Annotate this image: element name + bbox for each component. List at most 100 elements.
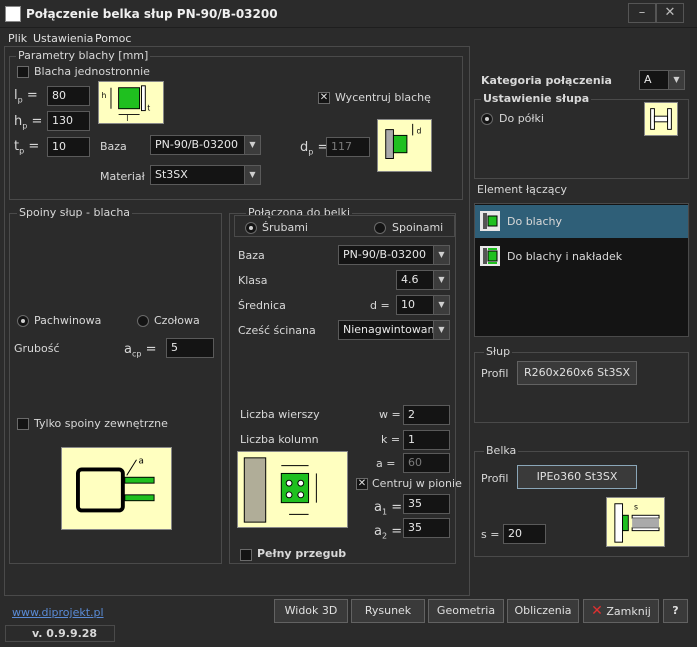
full-hinge-checkbox[interactable]: [240, 549, 252, 561]
close-x-icon: ✕: [591, 603, 603, 619]
class-label: Klasa: [238, 274, 268, 287]
cols-label: Liczba kolumn: [240, 433, 319, 446]
class-value: 4.6: [401, 273, 419, 286]
chevron-down-icon: ▼: [433, 271, 449, 289]
menu-plik[interactable]: Plik: [8, 32, 27, 45]
d-label: d =: [370, 299, 390, 312]
connector-item-label: Do blachy i nakładek: [507, 250, 623, 263]
s-label: s =: [481, 528, 500, 541]
acp-label: acp =: [124, 342, 157, 359]
welds-radio[interactable]: [374, 222, 386, 234]
help-button[interactable]: ?: [663, 599, 688, 623]
title-bar: Połączenie belka słup PN-90/B-03200 – ✕: [0, 0, 697, 28]
plate-dimension-image: h l t: [98, 81, 164, 124]
plate-covers-connector-icon: [480, 246, 500, 266]
chevron-down-icon: ▼: [668, 71, 684, 89]
version-label: v. 0.9.9.28: [32, 627, 98, 640]
plate-connector-icon: [480, 211, 500, 231]
acp-input[interactable]: 5: [166, 338, 214, 358]
w-label: w =: [379, 408, 401, 421]
plate-base-select[interactable]: PN-90/B-03200 ▼: [150, 135, 261, 155]
center-plate-label: Wycentruj blachę: [335, 91, 431, 104]
svg-text:t: t: [147, 104, 150, 113]
calculations-button[interactable]: Obliczenia: [507, 599, 579, 623]
diameter-value: 10: [401, 298, 415, 311]
hp-input[interactable]: 130: [47, 111, 90, 131]
beam-group-title: Belka: [484, 444, 519, 457]
cols-input[interactable]: 1: [403, 430, 450, 450]
material-value: St3SX: [155, 168, 188, 181]
welds-group-title: Spoiny słup - blacha: [17, 206, 133, 219]
weld-image: a: [61, 447, 172, 530]
minimize-icon[interactable]: –: [628, 3, 656, 23]
a-label: a =: [376, 457, 396, 470]
one-sided-label: Blacha jednostronnie: [34, 65, 150, 78]
bolts-radio[interactable]: [245, 222, 257, 234]
connector-item-label: Do blachy: [507, 215, 563, 228]
svg-text:d: d: [417, 126, 422, 135]
chevron-down-icon: ▼: [433, 296, 449, 314]
class-select[interactable]: 4.6 ▼: [396, 270, 450, 290]
tp-input[interactable]: 10: [47, 137, 90, 157]
center-vertical-label: Centruj w pionie: [372, 477, 462, 490]
column-profile-button[interactable]: R260x260x6 St3SX: [517, 361, 637, 385]
window-title: Połączenie belka słup PN-90/B-03200: [26, 7, 278, 21]
menu-ustawienia[interactable]: Ustawienia: [33, 32, 93, 45]
dp-dimension-image: d: [377, 119, 432, 172]
svg-text:a: a: [138, 457, 143, 467]
diameter-label: Średnica: [238, 299, 286, 312]
k-label: k =: [381, 433, 401, 446]
category-label: Kategoria połączenia: [481, 74, 612, 87]
chevron-down-icon: ▼: [433, 246, 449, 264]
menu-pomoc[interactable]: Pomoc: [95, 32, 131, 45]
drawing-button[interactable]: Rysunek: [351, 599, 425, 623]
plate-base-label: Baza: [100, 140, 127, 153]
diameter-select[interactable]: 10 ▼: [396, 295, 450, 315]
view3d-button[interactable]: Widok 3D: [274, 599, 348, 623]
material-select[interactable]: St3SX ▼: [150, 165, 261, 185]
lp-input[interactable]: 80: [47, 86, 90, 106]
fillet-radio[interactable]: [17, 315, 29, 327]
thickness-label: Grubość: [14, 342, 60, 355]
dp-input[interactable]: 117: [326, 137, 370, 157]
connector-title: Element łączący: [477, 183, 568, 196]
website-link[interactable]: www.diprojekt.pl: [12, 606, 104, 619]
rows-input[interactable]: 2: [403, 405, 450, 425]
a-input[interactable]: 60: [403, 453, 450, 473]
bolt-base-select[interactable]: PN-90/B-03200 ▼: [338, 245, 450, 265]
flange-radio-label: Do półki: [499, 112, 544, 125]
rows-label: Liczba wierszy: [240, 408, 320, 421]
fillet-label: Pachwinowa: [34, 314, 102, 327]
hp-label: hp =: [14, 114, 43, 131]
app-icon: [5, 6, 21, 22]
a1-label: a1 =: [374, 500, 403, 517]
material-label: Materiał: [100, 170, 145, 183]
connector-item-plate-and-covers[interactable]: Do blachy i nakładek: [475, 240, 688, 273]
bolt-base-value: PN-90/B-03200: [343, 248, 427, 261]
beam-profile-label: Profil: [481, 472, 509, 485]
chevron-down-icon: ▼: [244, 136, 260, 154]
one-sided-checkbox[interactable]: [17, 66, 29, 78]
shear-label: Cześć ścinana: [238, 324, 316, 337]
flange-radio[interactable]: [481, 113, 493, 125]
full-hinge-label: Pełny przegub: [257, 547, 347, 560]
bolt-base-label: Baza: [238, 249, 265, 262]
connector-item-plate[interactable]: Do blachy: [475, 205, 688, 238]
beam-profile-button[interactable]: IPEo360 St3SX: [517, 465, 637, 489]
outer-welds-checkbox[interactable]: [17, 418, 29, 430]
s-input[interactable]: 20: [503, 524, 546, 544]
butt-radio[interactable]: [137, 315, 149, 327]
center-vertical-checkbox[interactable]: ✕: [356, 478, 368, 490]
shear-select[interactable]: Nienagwintowana ▼: [338, 320, 450, 340]
a2-input[interactable]: 35: [403, 518, 450, 538]
a1-input[interactable]: 35: [403, 494, 450, 514]
plate-group-title: Parametry blachy [mm]: [16, 49, 151, 62]
geometry-button[interactable]: Geometria: [428, 599, 504, 623]
close-window-icon[interactable]: ✕: [656, 3, 684, 23]
column-setting-title: Ustawienie słupa: [481, 92, 592, 105]
category-select[interactable]: A ▼: [639, 70, 685, 90]
center-plate-checkbox[interactable]: ✕: [318, 92, 330, 104]
category-value: A: [644, 73, 652, 86]
close-button[interactable]: ✕ Zamknij: [583, 599, 659, 623]
lp-label: lp =: [14, 88, 38, 105]
